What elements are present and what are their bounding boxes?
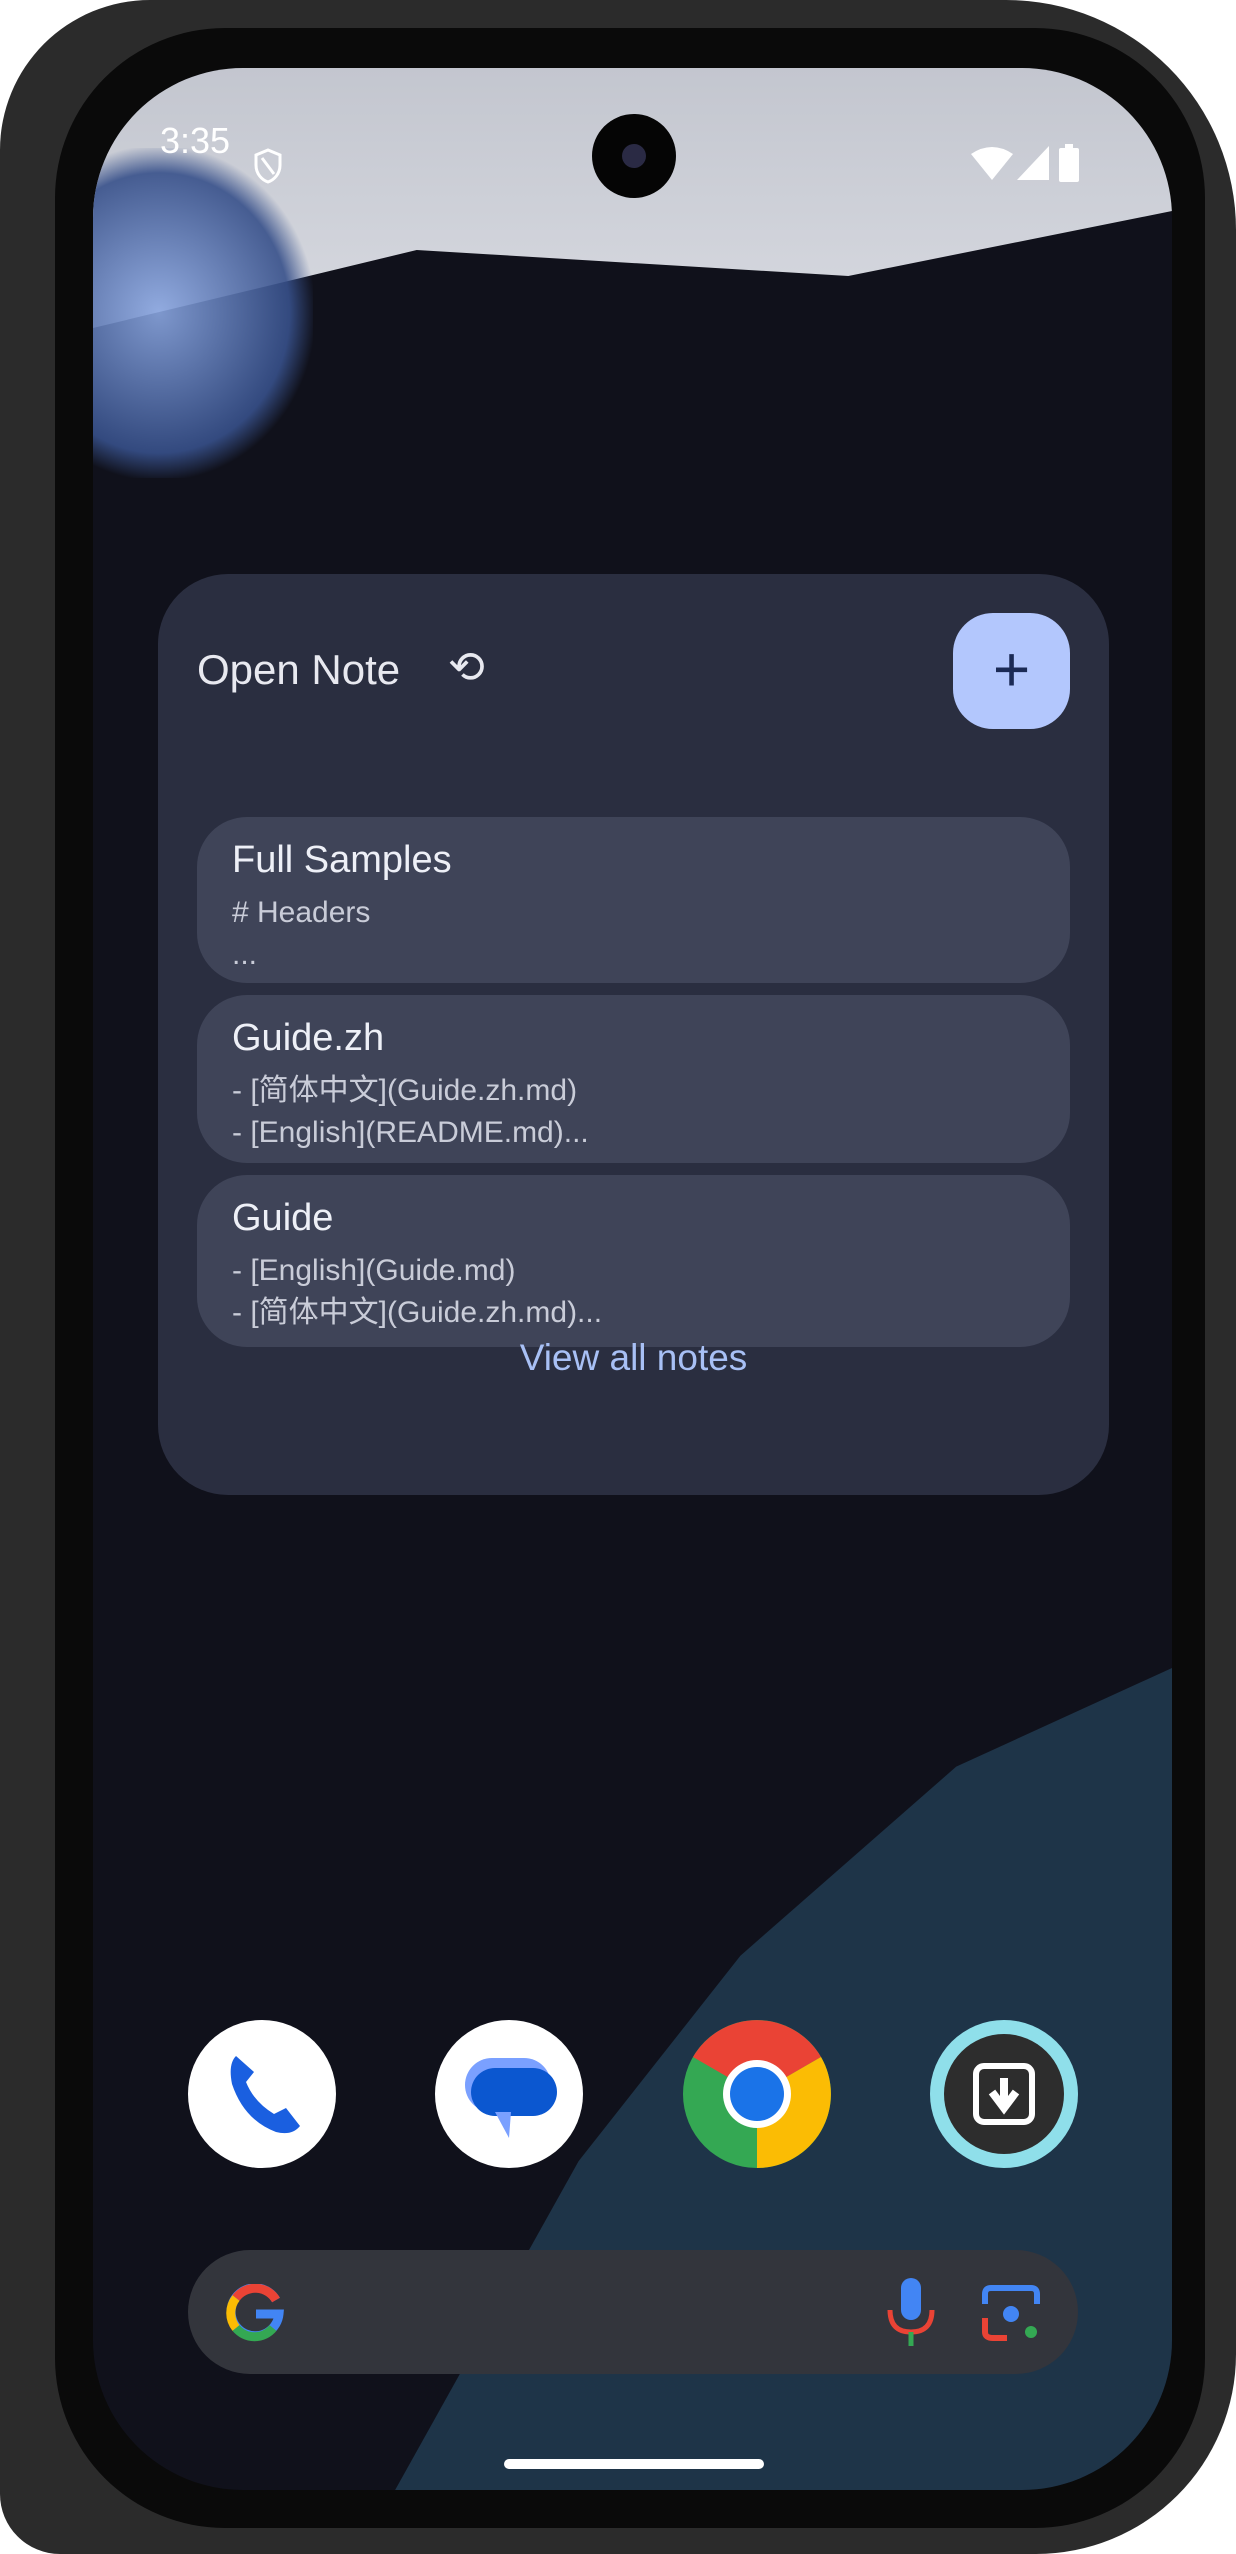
google-search-bar[interactable]	[188, 2250, 1078, 2374]
note-preview-line: - [English](Guide.md)	[232, 1254, 516, 1287]
note-title: Full Samples	[232, 839, 452, 881]
add-note-button[interactable]: +	[953, 613, 1070, 729]
widget-title[interactable]: Open Note	[197, 646, 400, 694]
mic-icon[interactable]	[886, 2278, 936, 2346]
view-all-notes-link[interactable]: View all notes	[158, 1337, 1109, 1379]
status-time: 3:35	[160, 120, 231, 161]
note-preview-line: - [English](README.md)...	[232, 1116, 589, 1149]
note-item[interactable]: Full Samples # Headers ...	[197, 817, 1070, 983]
messages-icon[interactable]	[435, 2020, 583, 2168]
refresh-icon[interactable]: ⟲	[448, 642, 485, 693]
home-indicator[interactable]	[504, 2459, 764, 2469]
chrome-icon[interactable]	[683, 2020, 831, 2168]
note-preview-line: - [简体中文](Guide.zh.md)	[232, 1074, 578, 1107]
wallpaper-highlight	[93, 148, 313, 478]
note-preview-line: ...	[232, 938, 258, 971]
note-title: Guide.zh	[232, 1017, 385, 1059]
note-item[interactable]: Guide.zh - [简体中文](Guide.zh.md) - [Englis…	[197, 995, 1070, 1163]
signal-icon	[1017, 146, 1049, 180]
camera-cutout	[592, 114, 676, 198]
note-item[interactable]: Guide - [English](Guide.md) - [简体中文](Gui…	[197, 1175, 1070, 1347]
battery-icon	[1059, 144, 1079, 182]
shield-icon	[254, 148, 282, 184]
wifi-icon	[971, 147, 1013, 180]
home-screen: 3:35 Open Note ⟲ + Full Samples # Header…	[93, 68, 1172, 2490]
note-title: Guide	[232, 1197, 334, 1239]
lens-icon[interactable]	[981, 2282, 1041, 2342]
note-preview-line: - [简体中文](Guide.zh.md)...	[232, 1296, 603, 1329]
open-note-app-icon[interactable]	[930, 2020, 1078, 2168]
google-icon	[226, 2284, 284, 2342]
plus-icon: +	[992, 633, 1031, 705]
phone-icon[interactable]	[188, 2020, 336, 2168]
note-preview-line: # Headers	[232, 896, 371, 929]
open-note-widget: Open Note ⟲ + Full Samples # Headers ...…	[158, 574, 1109, 1495]
